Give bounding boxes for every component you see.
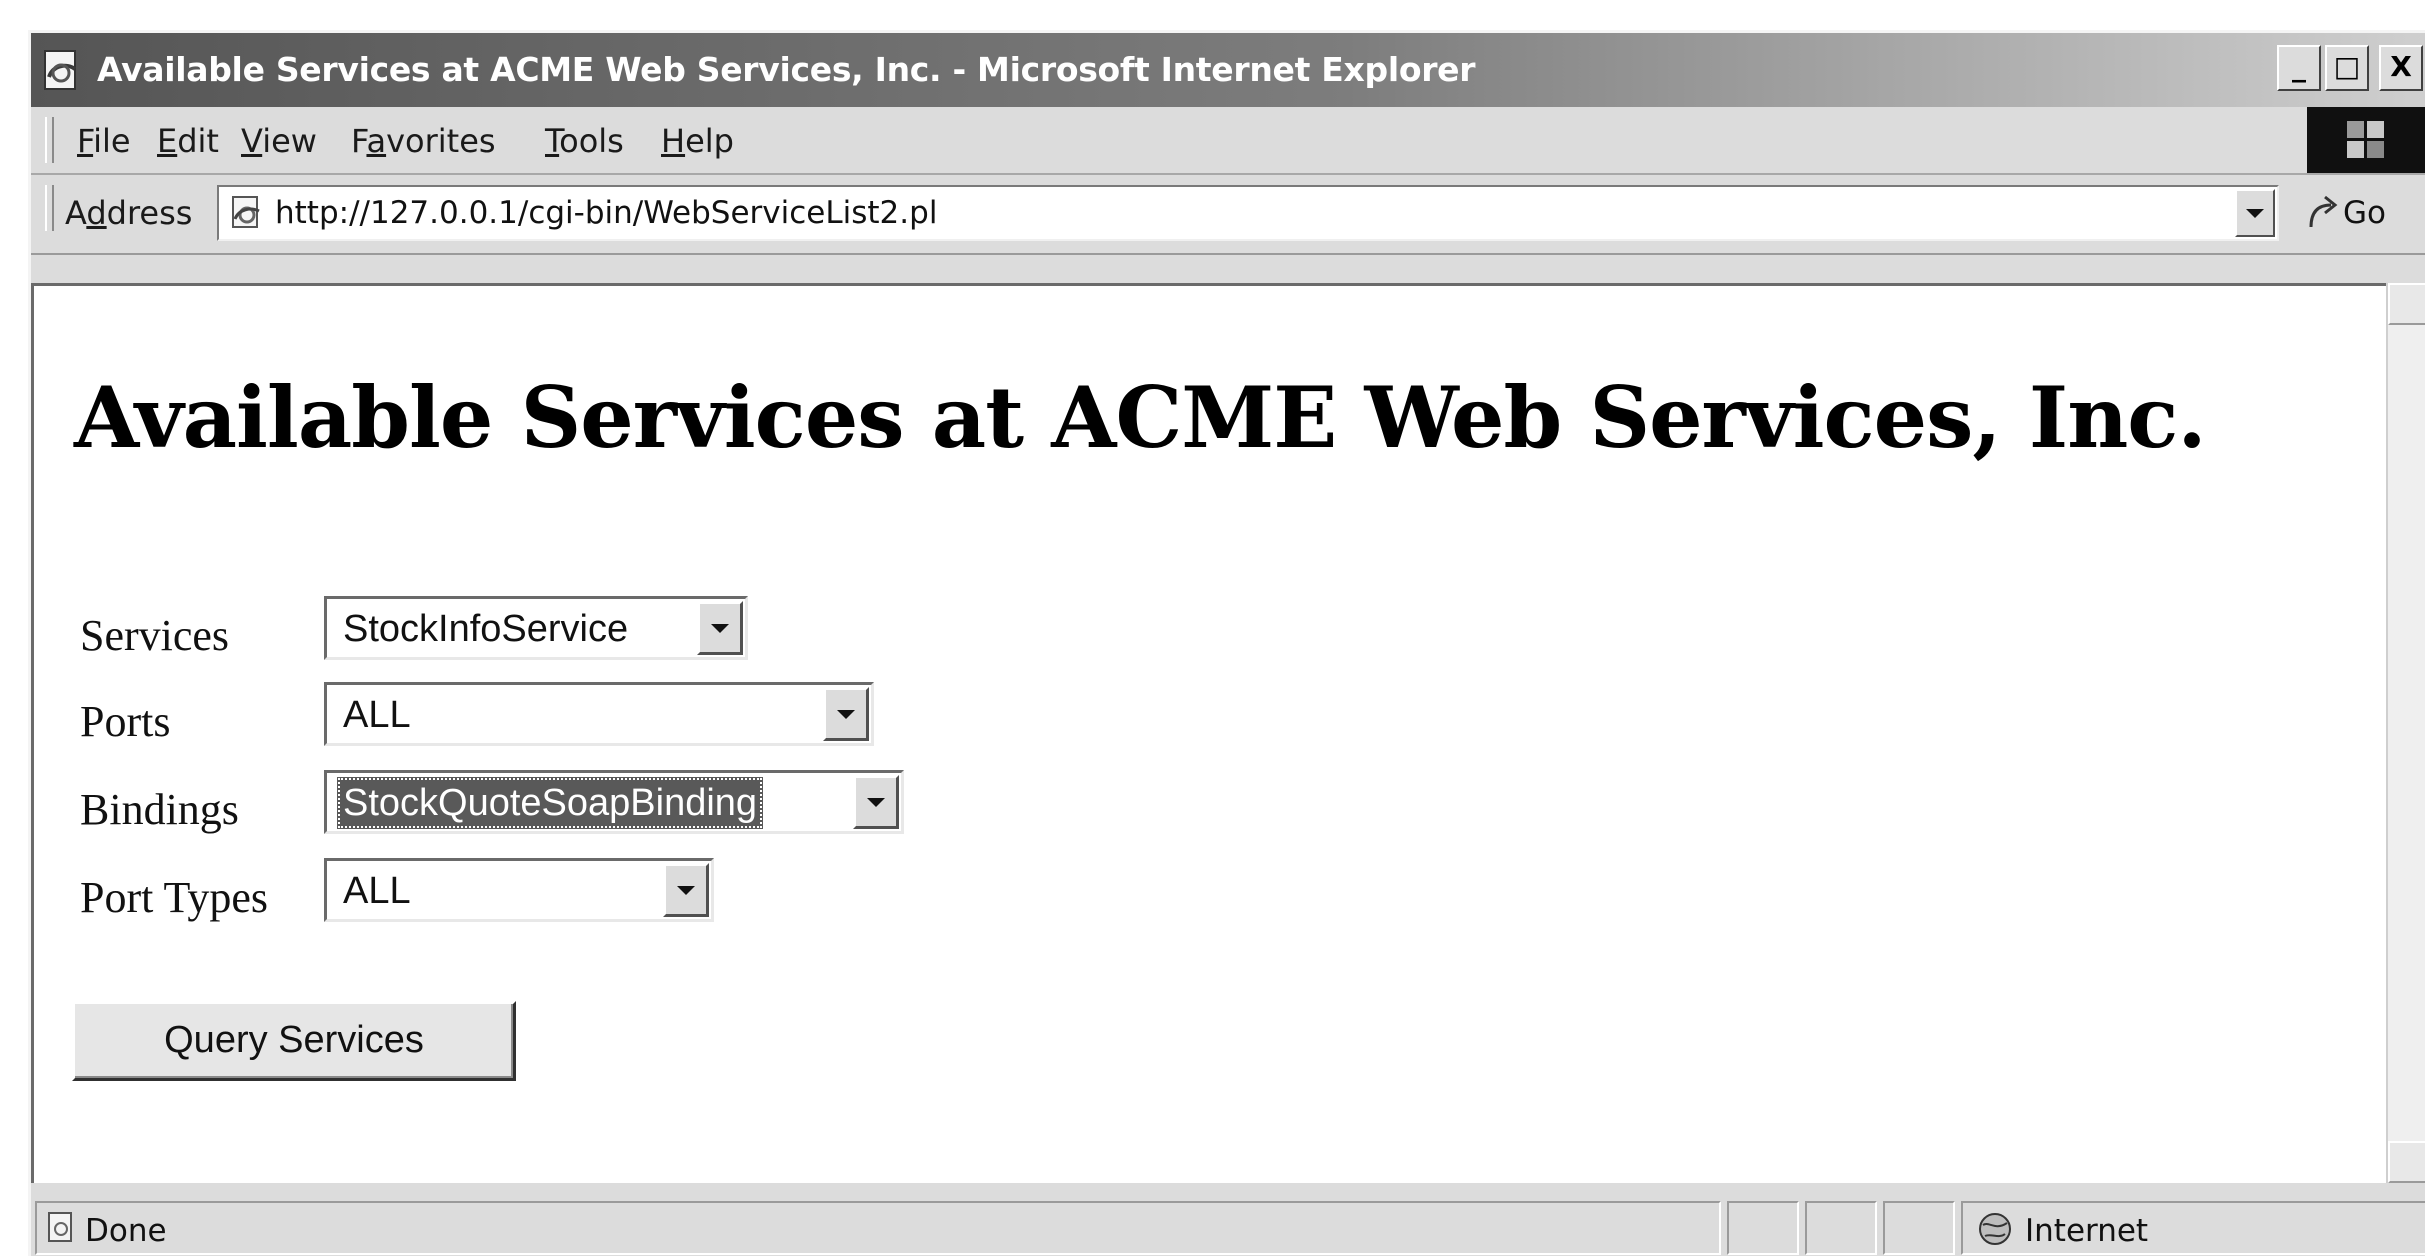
menu-view-mnemonic: V	[241, 122, 263, 160]
port-types-select[interactable]: ALL	[324, 858, 714, 922]
bindings-select[interactable]: StockQuoteSoapBinding	[324, 770, 904, 834]
port-types-label: Port Types	[80, 873, 269, 922]
menu-tools-label: ools	[559, 122, 624, 160]
bindings-select-arrow[interactable]	[853, 775, 899, 829]
status-pane-extra	[1883, 1201, 1955, 1255]
menu-tools[interactable]: Tools	[545, 119, 624, 163]
status-main-pane: Done	[35, 1201, 1721, 1255]
chevron-down-icon	[677, 886, 695, 895]
menu-edit-mnemonic: E	[157, 122, 178, 160]
page-content: Available Services at ACME Web Services,…	[31, 283, 2386, 1183]
status-zone-pane[interactable]: Internet	[1961, 1201, 2425, 1255]
address-label-prefix: A	[65, 194, 87, 232]
ports-label: Ports	[80, 697, 171, 746]
address-label-mnemonic: d	[86, 194, 107, 232]
chevron-down-icon	[2246, 209, 2264, 218]
services-label: Services	[80, 611, 230, 660]
address-grip[interactable]	[45, 185, 54, 231]
status-pane-lock	[1805, 1201, 1877, 1255]
menu-file-label: ile	[93, 122, 131, 160]
go-button[interactable]: Go	[2303, 189, 2413, 237]
go-label: Go	[2343, 195, 2386, 231]
port-types-select-value: ALL	[343, 870, 411, 912]
port-types-select-arrow[interactable]	[663, 863, 709, 917]
ports-select-arrow[interactable]	[823, 687, 869, 741]
address-url: http://127.0.0.1/cgi-bin/WebServiceList2…	[275, 195, 938, 231]
go-arrow-icon	[2309, 195, 2338, 228]
menu-help[interactable]: Help	[661, 119, 734, 163]
menu-file[interactable]: File	[77, 119, 131, 163]
services-select-arrow[interactable]	[697, 601, 743, 655]
windows-logo-throbber	[2307, 107, 2425, 173]
ports-select-value: ALL	[343, 694, 411, 736]
menu-favorites-prefix: F	[351, 122, 367, 160]
title-bar[interactable]: Available Services at ACME Web Services,…	[31, 33, 2425, 107]
menu-edit[interactable]: Edit	[157, 119, 219, 163]
ie-page-icon	[44, 50, 77, 90]
address-label: Address	[65, 189, 192, 237]
services-select[interactable]: StockInfoService	[324, 596, 748, 660]
menu-favorites-mnemonic: a	[366, 122, 387, 160]
maximize-button[interactable]: □	[2325, 45, 2369, 91]
ports-select[interactable]: ALL	[324, 682, 874, 746]
address-dropdown-button[interactable]	[2235, 189, 2275, 237]
page-heading: Available Services at ACME Web Services,…	[74, 368, 2207, 467]
minimize-button[interactable]: _	[2277, 45, 2321, 91]
page-done-icon	[48, 1212, 72, 1242]
menu-view[interactable]: View	[241, 119, 317, 163]
scroll-up-button[interactable]	[2388, 283, 2425, 325]
menu-help-mnemonic: H	[661, 122, 686, 160]
bindings-label: Bindings	[80, 785, 239, 834]
menu-file-mnemonic: F	[77, 122, 94, 160]
globe-icon	[1979, 1213, 2011, 1245]
close-button[interactable]: X	[2379, 45, 2423, 91]
address-bar: Address http://127.0.0.1/cgi-bin/WebServ…	[31, 175, 2425, 255]
address-field[interactable]: http://127.0.0.1/cgi-bin/WebServiceList2…	[217, 185, 2279, 241]
services-select-value: StockInfoService	[343, 608, 629, 650]
menu-favorites-label: vorites	[386, 122, 496, 160]
chevron-down-icon	[837, 710, 855, 719]
status-bar: Done Internet	[31, 1193, 2425, 1256]
windows-flag-icon	[2347, 121, 2384, 158]
chevron-down-icon	[711, 624, 729, 633]
status-pane-progress	[1727, 1201, 1799, 1255]
query-services-button[interactable]: Query Services	[72, 1001, 516, 1081]
menu-tools-mnemonic: T	[545, 122, 560, 160]
menu-edit-label: dit	[177, 122, 219, 160]
menu-help-label: elp	[685, 122, 734, 160]
status-text: Done	[85, 1213, 167, 1249]
chevron-down-icon	[867, 798, 885, 807]
menu-favorites[interactable]: Favorites	[351, 119, 496, 163]
window-title: Available Services at ACME Web Services,…	[97, 50, 1476, 89]
scroll-down-button[interactable]	[2388, 1141, 2425, 1183]
bindings-select-value: StockQuoteSoapBinding	[337, 777, 764, 829]
menu-view-label: iew	[262, 122, 317, 160]
zone-text: Internet	[2025, 1213, 2149, 1249]
ie-page-icon	[232, 196, 260, 228]
vertical-scrollbar[interactable]	[2386, 283, 2425, 1183]
address-label-rest: dress	[106, 194, 193, 232]
browser-window: Available Services at ACME Web Services,…	[28, 30, 2425, 1256]
menu-bar: File Edit View Favorites Tools Help	[31, 107, 2425, 175]
toolbar-grip[interactable]	[45, 117, 54, 163]
